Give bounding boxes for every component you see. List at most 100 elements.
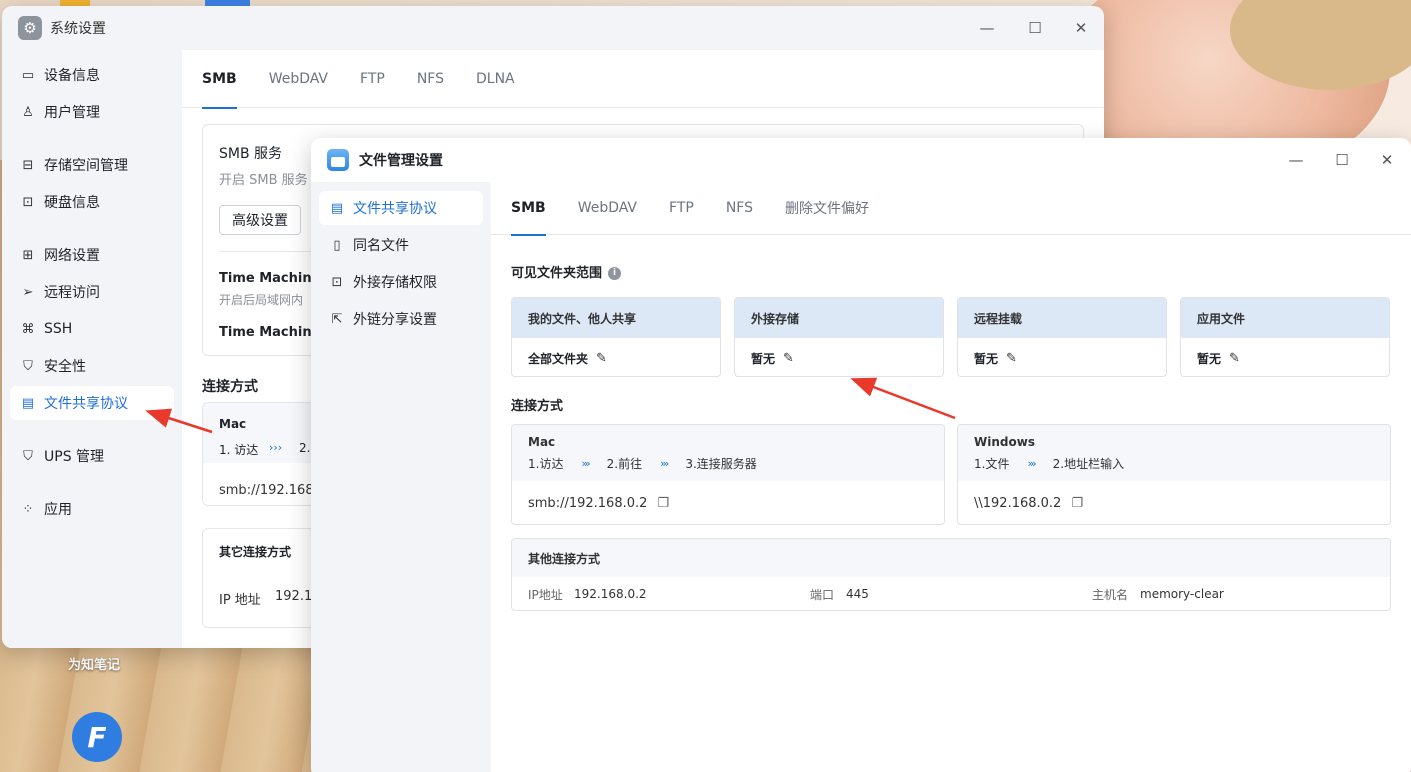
sidebar-item-label: 外接存储权限	[353, 275, 437, 291]
tab-webdav[interactable]: WebDAV	[578, 182, 637, 235]
tab-delete-preference[interactable]: 删除文件偏好	[785, 182, 869, 235]
smb-service-title: SMB 服务	[219, 146, 283, 162]
scope-card-app-files: 应用文件 暂无 ✎	[1180, 297, 1390, 377]
other-connect-title: 其它连接方式	[219, 545, 292, 559]
copy-icon[interactable]: ❐	[1071, 496, 1083, 511]
sidebar-item-file-sharing[interactable]: ▤ 文件共享协议	[10, 386, 174, 420]
other-connect-title: 其他连接方式	[512, 539, 1390, 577]
share-icon: ⇱	[331, 311, 343, 327]
ip-label: IP地址	[528, 587, 563, 602]
sidebar-item-storage[interactable]: ⊟ 存储空间管理	[10, 148, 174, 182]
mac-connect-card: Mac 1.访达 ››› 2.前往 ››› 3.连接服务器 smb://192.…	[511, 424, 945, 525]
file-management-settings-window: 文件管理设置 — ☐ ✕ ▤ 文件共享协议 ▯ 同名文件 ⊡ 外接存储权限 ⇱ 外链分享…	[311, 138, 1411, 772]
mac-step: 1.访达	[528, 457, 564, 471]
document-icon: ▤	[330, 200, 344, 216]
minimize-button[interactable]: —	[964, 6, 1010, 50]
sidebar-item-label: 存储空间管理	[44, 158, 128, 174]
mac-step: 3.连接服务器	[685, 457, 757, 471]
maximize-button[interactable]: ☐	[1319, 138, 1365, 182]
tab-ftp[interactable]: FTP	[360, 50, 385, 108]
time-machine-desc: 开启后局域网内	[219, 293, 304, 307]
storage-icon: ⊟	[22, 157, 34, 173]
tab-ftp[interactable]: FTP	[669, 182, 694, 235]
scope-card-value[interactable]: 暂无 ✎	[958, 338, 1166, 376]
sidebar-item-file-sharing[interactable]: ▤ 文件共享协议	[319, 191, 483, 225]
sidebar-item-disk-info[interactable]: ⊡ 硬盘信息	[10, 185, 174, 219]
hostname-value: memory-clear	[1140, 587, 1224, 601]
connect-heading: 连接方式	[511, 399, 564, 414]
sidebar-item-label: 文件共享协议	[44, 396, 128, 412]
ip-label: IP 地址	[219, 593, 261, 608]
windows-title: Windows	[974, 435, 1035, 449]
info-icon[interactable]: i	[608, 267, 622, 280]
terminal-icon: ⌘	[21, 321, 35, 337]
sidebar-item-ups[interactable]: ⛉ UPS 管理	[10, 439, 174, 473]
sidebar-item-user-management[interactable]: ♙ 用户管理	[10, 95, 174, 129]
titlebar: ⚙ 系统设置 — ☐ ✕	[2, 6, 1104, 50]
scope-card-external-storage: 外接存储 暂无 ✎	[734, 297, 944, 377]
document-icon: ▤	[21, 395, 35, 411]
sidebar-item-apps[interactable]: ⁘ 应用	[10, 492, 174, 526]
close-button[interactable]: ✕	[1364, 138, 1410, 182]
disk-icon: ⊡	[331, 274, 343, 290]
sidebar-item-label: 远程访问	[44, 285, 100, 301]
sidebar-item-label: 设备信息	[44, 68, 100, 84]
disk-icon: ⊡	[22, 194, 34, 210]
sidebar-item-label: 应用	[44, 502, 72, 518]
tab-dlna[interactable]: DLNA	[476, 50, 515, 108]
step-arrow-icon: ›››	[269, 441, 283, 454]
maximize-button[interactable]: ☐	[1012, 6, 1058, 50]
sidebar-item-share-link[interactable]: ⇱ 外链分享设置	[319, 302, 483, 336]
sidebar-item-duplicate-files[interactable]: ▯ 同名文件	[319, 228, 483, 262]
mac-address-row: smb://192.168.0.2 ❐	[512, 481, 944, 524]
scope-card-title: 应用文件	[1181, 298, 1389, 338]
edit-icon[interactable]: ✎	[783, 351, 794, 366]
scope-card-title: 我的文件、他人共享	[512, 298, 720, 338]
sidebar-item-network[interactable]: ⊞ 网络设置	[10, 238, 174, 272]
step-arrow-icon: ›››	[660, 457, 669, 470]
user-icon: ♙	[22, 104, 34, 120]
tab-webdav[interactable]: WebDAV	[269, 50, 328, 108]
sidebar-item-label: 用户管理	[44, 105, 100, 121]
desktop-app-label[interactable]: 为知笔记	[68, 654, 120, 673]
sidebar-item-label: 外链分享设置	[353, 312, 437, 328]
sidebar-item-device-info[interactable]: ▭ 设备信息	[10, 58, 174, 92]
sidebar-item-label: SSH	[44, 321, 73, 337]
mac-step: 2.前往	[606, 457, 643, 471]
tab-smb[interactable]: SMB	[511, 182, 546, 236]
wiz-note-app-icon[interactable]: F	[72, 712, 122, 762]
main-panel: SMB WebDAV FTP NFS 删除文件偏好 可见文件夹范围 i 我的文件、…	[491, 182, 1411, 772]
windows-address-row: \\192.168.0.2 ❐	[958, 481, 1390, 524]
edit-icon[interactable]: ✎	[1229, 351, 1240, 366]
mac-steps: 1.访达 ››› 2.前往 ››› 3.连接服务器	[528, 455, 928, 472]
mac-title: Mac	[219, 417, 247, 431]
scope-card-value[interactable]: 全部文件夹 ✎	[512, 338, 720, 376]
edit-icon[interactable]: ✎	[596, 351, 607, 366]
minimize-button[interactable]: —	[1273, 138, 1319, 182]
step-arrow-icon: ›››	[581, 457, 590, 470]
titlebar: 文件管理设置 — ☐ ✕	[311, 138, 1411, 182]
smb-address: smb://192.168.	[219, 483, 318, 498]
sidebar-item-remote-access[interactable]: ➢ 远程访问	[10, 275, 174, 309]
windows-steps: 1.文件 ››› 2.地址栏输入	[974, 455, 1374, 472]
scope-card-value[interactable]: 暂无 ✎	[735, 338, 943, 376]
edit-icon[interactable]: ✎	[1006, 351, 1017, 366]
sidebar-item-security[interactable]: ⛉ 安全性	[10, 349, 174, 383]
close-button[interactable]: ✕	[1058, 6, 1104, 50]
tab-nfs[interactable]: NFS	[726, 182, 753, 235]
visible-scope-heading: 可见文件夹范围 i	[511, 262, 622, 281]
sidebar-item-label: 网络设置	[44, 248, 100, 264]
tab-smb[interactable]: SMB	[202, 50, 237, 109]
sidebar-item-external-storage[interactable]: ⊡ 外接存储权限	[319, 265, 483, 299]
tab-bar: SMB WebDAV FTP NFS 删除文件偏好	[491, 182, 1411, 236]
sidebar-item-ssh[interactable]: ⌘ SSH	[10, 312, 174, 346]
sidebar-item-label: UPS 管理	[44, 449, 105, 465]
copy-icon[interactable]: ❐	[657, 496, 669, 511]
send-icon: ➢	[22, 284, 34, 300]
gear-icon: ⚙	[18, 16, 42, 40]
hostname-label: 主机名	[1092, 587, 1129, 602]
scope-card-value[interactable]: 暂无 ✎	[1181, 338, 1389, 376]
tab-nfs[interactable]: NFS	[417, 50, 444, 108]
advanced-settings-button[interactable]: 高级设置	[219, 205, 301, 235]
step-arrow-icon: ›››	[1027, 457, 1036, 470]
